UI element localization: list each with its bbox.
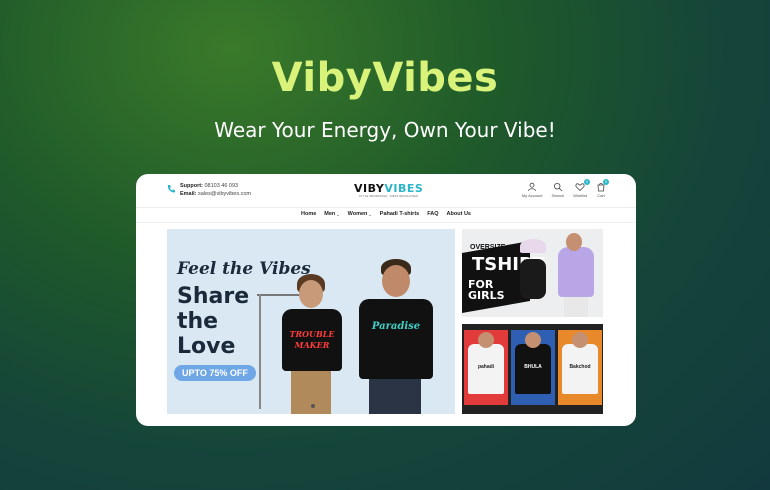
nav-label: FAQ [427,211,439,217]
model-girl-1-hat [520,239,546,253]
tshirt-tile-1-head [478,332,494,348]
cart-badge: 0 [603,179,609,185]
email-label: Email: [180,191,197,197]
logo-part-1: VIBY [354,182,385,195]
tshirt-tile-3-label: Bakchod [569,364,591,370]
model-shirt [359,299,433,379]
my-account-label: My Account [521,193,543,198]
chevron-down-icon: ⌄ [368,211,372,217]
model-girl-2-head [566,233,582,251]
oversize-label: OVERSIZE [470,244,506,251]
search-label: Search [551,193,565,198]
phone-icon [167,185,175,193]
support-email[interactable]: sales@vibyvibes.com [198,191,251,197]
nav-item-men[interactable]: Men ⌄ [324,211,339,217]
banner-line-the: the [177,309,219,334]
girls-label: GIRLS [468,289,505,302]
chevron-down-icon: ⌄ [336,211,340,217]
logo-tagline: STYLE REFRESHED, VIBES REIMAGINED [359,195,419,198]
cart-button[interactable]: 0 Cart [596,179,609,198]
wishlist-label: Wishlist [573,193,587,198]
hero-subtitle: Wear Your Energy, Own Your Vibe! [214,118,556,142]
nav-item-women[interactable]: Women ⌄ [348,211,372,217]
model-legs [369,379,421,414]
nav-label: Pahadi T-shirts [379,211,420,217]
tshirt-tile-2[interactable]: BHULA [511,330,555,405]
model-girl-2-legs [564,297,588,317]
model-left: TROUBLE MAKER [277,274,347,414]
shirt-print-trouble: TROUBLE [289,329,335,339]
support-info: Support: 08103 46 093 Email: sales@vibyv… [166,182,251,198]
model-girl-1 [520,259,546,299]
tshirt-tile-1[interactable]: pahadi [464,330,508,405]
user-icon [528,182,537,192]
nav-divider [136,222,636,223]
search-icon [553,182,563,192]
for-girls-label: FOR GIRLS [468,279,505,301]
wishlist-button[interactable]: 0 Wishlist [573,179,590,198]
cart-label: Cart [597,193,605,198]
nav-label: Men [324,211,336,217]
model-right: Paradise [355,259,435,414]
nav-item-home[interactable]: Home [301,211,316,217]
wishlist-badge: 0 [584,179,590,185]
main-nav: Home Men ⌄ Women ⌄ Pahadi T-shirts FAQ Abo… [136,211,636,217]
oversize-tshirt-banner[interactable]: OVERSIZE TSHIRT FOR GIRLS [462,229,603,317]
shirt-print-maker: MAKER [294,340,330,350]
shirt-print-paradise: Paradise [371,321,421,332]
site-logo[interactable]: VIBYVIBES STYLE REFRESHED, VIBES REIMAGI… [354,182,423,198]
model-head [382,265,410,297]
nav-label: Women [347,211,368,217]
tshirt-tile-3-head [572,332,588,348]
tshirt-tile-3[interactable]: Bakchod [558,330,602,405]
hero-title: VibyVibes [271,55,499,101]
my-account-button[interactable]: My Account [522,182,543,198]
model-girl-2 [558,247,594,297]
nav-item-about-us[interactable]: About Us [447,211,471,217]
search-button[interactable]: Search [551,182,565,198]
clothes-rack-pole [259,294,261,409]
promo-badge[interactable]: UPTO 75% OFF [174,365,256,381]
tshirt-tile-2-head [525,332,541,348]
banner-line-love: Love [177,334,236,359]
tshirt-tile-1-label: pahadi [477,364,495,370]
tshirt-tile-2-label: BHULA [524,364,542,370]
banner-line-share: Share [177,284,250,309]
site-topbar: Support: 08103 46 093 Email: sales@vibyv… [136,174,636,206]
support-phone[interactable]: 08103 46 093 [204,183,238,189]
support-label: Support: [180,183,203,189]
nav-item-pahadi-tshirts[interactable]: Pahadi T-shirts [380,211,419,217]
carousel-dot[interactable] [311,404,315,408]
nav-label: About Us [446,211,471,217]
printed-tshirts-banner[interactable]: pahadi BHULA Bakchod [462,324,603,414]
banner-tagline: Share the Love [177,284,249,359]
nav-item-faq[interactable]: FAQ [427,211,438,217]
header-divider [136,207,636,208]
hero-banner[interactable]: Feel the Vibes Share the Love UPTO 75% O… [167,229,455,414]
logo-part-2: VIBES [384,182,424,195]
model-head [299,280,323,308]
nav-label: Home [301,211,317,217]
header-actions: My Account Search 0 Wishlist 0 Cart [522,179,609,198]
website-preview-card: Support: 08103 46 093 Email: sales@vibyv… [136,174,636,426]
